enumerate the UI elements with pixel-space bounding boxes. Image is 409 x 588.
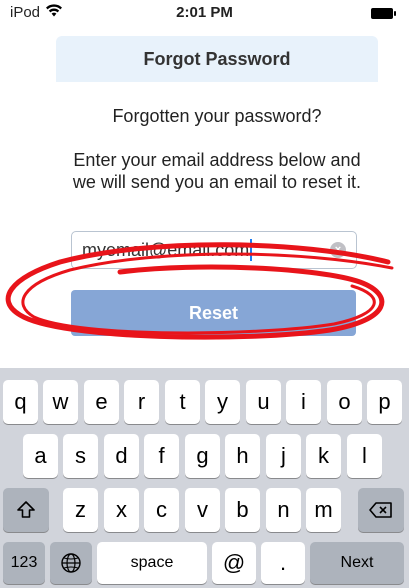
globe-icon <box>61 553 81 573</box>
reset-button-label: Reset <box>188 302 239 323</box>
question-text: Forgotten your password? <box>112 106 322 126</box>
globe-key[interactable] <box>50 542 92 584</box>
key-j[interactable]: j <box>266 434 301 478</box>
key-t[interactable]: t <box>165 380 200 424</box>
status-time: 2:01 PM <box>176 4 233 21</box>
delete-key[interactable] <box>358 488 404 532</box>
page-title: Forgot Password <box>143 48 291 69</box>
forgot-password-card: Forgot Password Forgotten your password?… <box>56 36 378 372</box>
card-header: Forgot Password <box>56 36 378 82</box>
key-n[interactable]: n <box>266 488 301 532</box>
key-f[interactable]: f <box>144 434 179 478</box>
clear-icon[interactable]: × <box>330 242 346 258</box>
key-h[interactable]: h <box>225 434 260 478</box>
key-w[interactable]: w <box>43 380 78 424</box>
key-u[interactable]: u <box>246 380 281 424</box>
key-c[interactable]: c <box>144 488 179 532</box>
numbers-key[interactable]: 123 <box>3 542 45 584</box>
key-e[interactable]: e <box>84 380 119 424</box>
reset-button[interactable]: Reset <box>71 290 356 336</box>
battery-icon <box>371 8 396 19</box>
shift-icon <box>17 501 35 518</box>
key-s[interactable]: s <box>63 434 98 478</box>
key-y[interactable]: y <box>205 380 240 424</box>
key-b[interactable]: b <box>225 488 260 532</box>
key-x[interactable]: x <box>104 488 139 532</box>
key-z[interactable]: z <box>63 488 98 532</box>
key-i[interactable]: i <box>286 380 321 424</box>
status-bar: iPod 2:01 PM <box>0 0 409 30</box>
key-g[interactable]: g <box>185 434 220 478</box>
key-v[interactable]: v <box>185 488 220 532</box>
key-p[interactable]: p <box>367 380 402 424</box>
instructions-text: Enter your email address below and we wi… <box>72 150 362 192</box>
dot-key[interactable]: . <box>261 542 305 584</box>
at-key[interactable]: @ <box>212 542 256 584</box>
key-a[interactable]: a <box>23 434 58 478</box>
keyboard: q w e r t y u i o p a s d f g h j k l z … <box>0 368 409 588</box>
space-key[interactable]: space <box>97 542 207 584</box>
backspace-icon <box>369 502 392 518</box>
key-r[interactable]: r <box>124 380 159 424</box>
email-value: myemail@email.com <box>82 239 250 260</box>
shift-key[interactable] <box>3 488 49 532</box>
next-key[interactable]: Next <box>310 542 404 584</box>
key-m[interactable]: m <box>306 488 341 532</box>
key-d[interactable]: d <box>104 434 139 478</box>
key-k[interactable]: k <box>306 434 341 478</box>
email-field[interactable]: myemail@email.com × <box>71 231 357 269</box>
key-o[interactable]: o <box>327 380 362 424</box>
key-q[interactable]: q <box>3 380 38 424</box>
key-l[interactable]: l <box>347 434 382 478</box>
text-cursor <box>250 239 253 261</box>
